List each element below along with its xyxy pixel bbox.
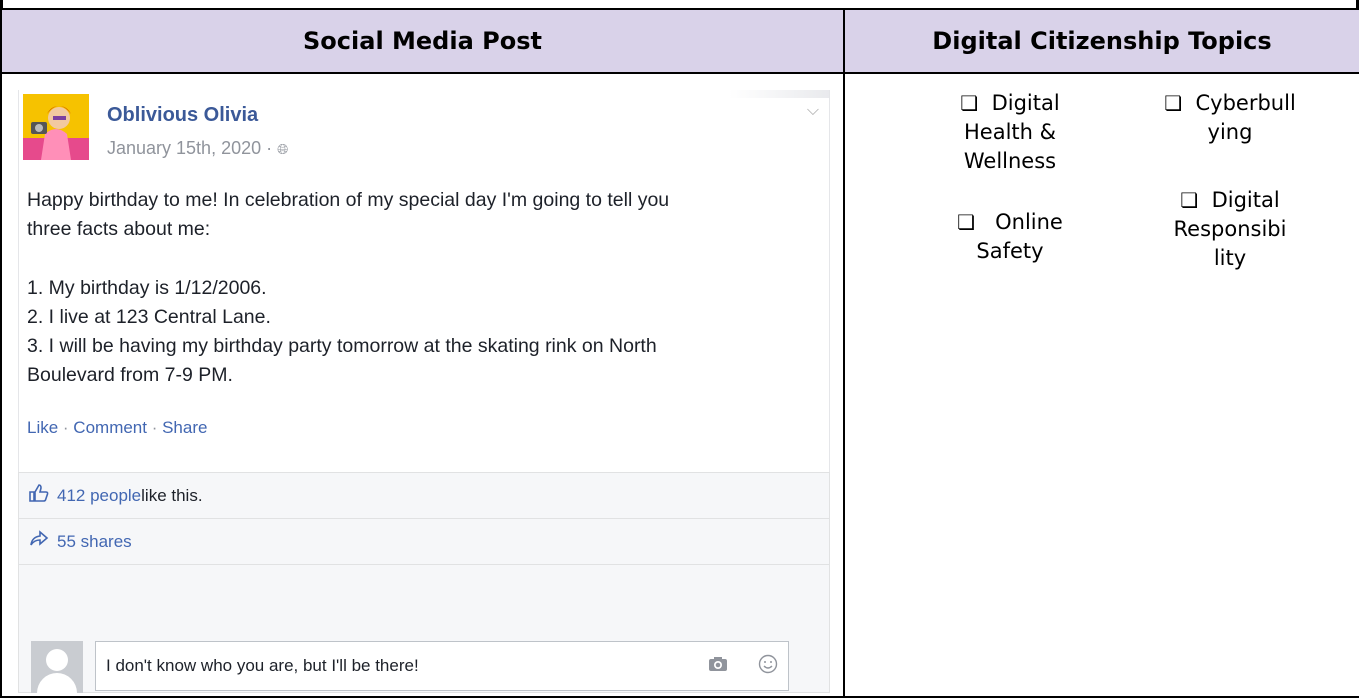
worksheet: Social Media Post Digital Citizenship To…	[0, 0, 1359, 700]
fact-2: 2. I live at 123 Central Lane.	[27, 306, 271, 328]
fact-1: 1. My birthday is 1/12/2006.	[27, 277, 267, 299]
topic-label: lity	[1213, 246, 1247, 270]
post-actions: Like · Comment · Share	[27, 418, 207, 438]
author-avatar[interactable]	[23, 94, 89, 160]
post-date[interactable]: January 15th, 2020 · 🌐︎	[107, 138, 288, 159]
likes-suffix: like this.	[141, 485, 203, 505]
topic-label: Digital	[991, 91, 1060, 115]
likes-count[interactable]: 412 people	[57, 486, 141, 506]
topic-label: Online	[995, 210, 1063, 234]
chevron-down-icon[interactable]: ⌵	[807, 102, 819, 120]
worksheet-table: Social Media Post Digital Citizenship To…	[0, 8, 1359, 698]
header-digital-citizenship-topics: Digital Citizenship Topics	[843, 8, 1359, 74]
topic-digital-responsibility[interactable]: ❏ Digital Responsibi lity	[1155, 186, 1305, 273]
topic-label: Health &	[963, 120, 1056, 144]
header-social-media-post: Social Media Post	[0, 8, 845, 74]
checkbox-icon[interactable]: ❏	[960, 91, 978, 115]
topic-digital-health-wellness[interactable]: ❏ Digital Health & Wellness	[925, 89, 1095, 176]
fact-3-line-1: 3. I will be having my birthday party to…	[27, 335, 657, 357]
topics-cell: ❏ Digital Health & Wellness ❏ Online Saf…	[843, 72, 1359, 698]
topic-label: Cyberbull	[1195, 91, 1296, 115]
post-body: Happy birthday to me! In celebration of …	[27, 186, 817, 390]
topic-label: Wellness	[963, 149, 1057, 173]
topic-label: Digital	[1211, 188, 1280, 212]
post-date-text[interactable]: January 15th, 2020 ·	[107, 138, 272, 158]
shares-count[interactable]: 55 shares	[57, 532, 132, 552]
share-link[interactable]: Share	[162, 418, 207, 437]
post-body-line: three facts about me:	[27, 218, 211, 240]
topic-cyberbullying[interactable]: ❏ Cyberbull ying	[1155, 89, 1305, 147]
shares-row: 55 shares	[19, 519, 829, 565]
author-name[interactable]: Oblivious Olivia	[107, 104, 258, 127]
topic-online-safety[interactable]: ❏ Online Safety	[925, 208, 1095, 266]
comment-text[interactable]: I don't know who you are, but I'll be th…	[106, 656, 678, 676]
action-separator: ·	[58, 418, 74, 437]
camera-icon[interactable]	[708, 656, 728, 677]
checkbox-icon[interactable]: ❏	[1164, 91, 1182, 115]
post-feedback: 412 people like this. 55 shares I don't …	[18, 472, 830, 693]
comment-composer: I don't know who you are, but I'll be th…	[31, 641, 789, 693]
social-media-post-cell: Oblivious Olivia January 15th, 2020 · 🌐︎…	[0, 72, 845, 698]
topic-label: Responsibi	[1173, 217, 1287, 241]
checkbox-icon[interactable]: ❏	[957, 210, 975, 234]
topic-label: Safety	[976, 239, 1044, 263]
globe-icon: 🌐︎	[277, 141, 289, 157]
share-arrow-icon	[29, 530, 51, 553]
post-body-line: Happy birthday to me! In celebration of …	[27, 189, 670, 211]
facebook-post: Oblivious Olivia January 15th, 2020 · 🌐︎…	[18, 90, 830, 693]
likes-row: 412 people like this.	[19, 473, 829, 519]
smiley-icon[interactable]	[758, 654, 778, 679]
commenter-avatar	[31, 641, 83, 693]
checkbox-icon[interactable]: ❏	[1180, 188, 1198, 212]
comment-link[interactable]: Comment	[73, 418, 147, 437]
topic-label: ying	[1207, 120, 1253, 144]
action-separator: ·	[146, 418, 163, 437]
comment-input[interactable]: I don't know who you are, but I'll be th…	[95, 641, 789, 691]
fact-3-line-2: Boulevard from 7-9 PM.	[27, 364, 233, 386]
thumbs-up-icon	[29, 484, 51, 507]
like-link[interactable]: Like	[27, 418, 58, 437]
post-content: Oblivious Olivia January 15th, 2020 · 🌐︎…	[18, 90, 830, 472]
